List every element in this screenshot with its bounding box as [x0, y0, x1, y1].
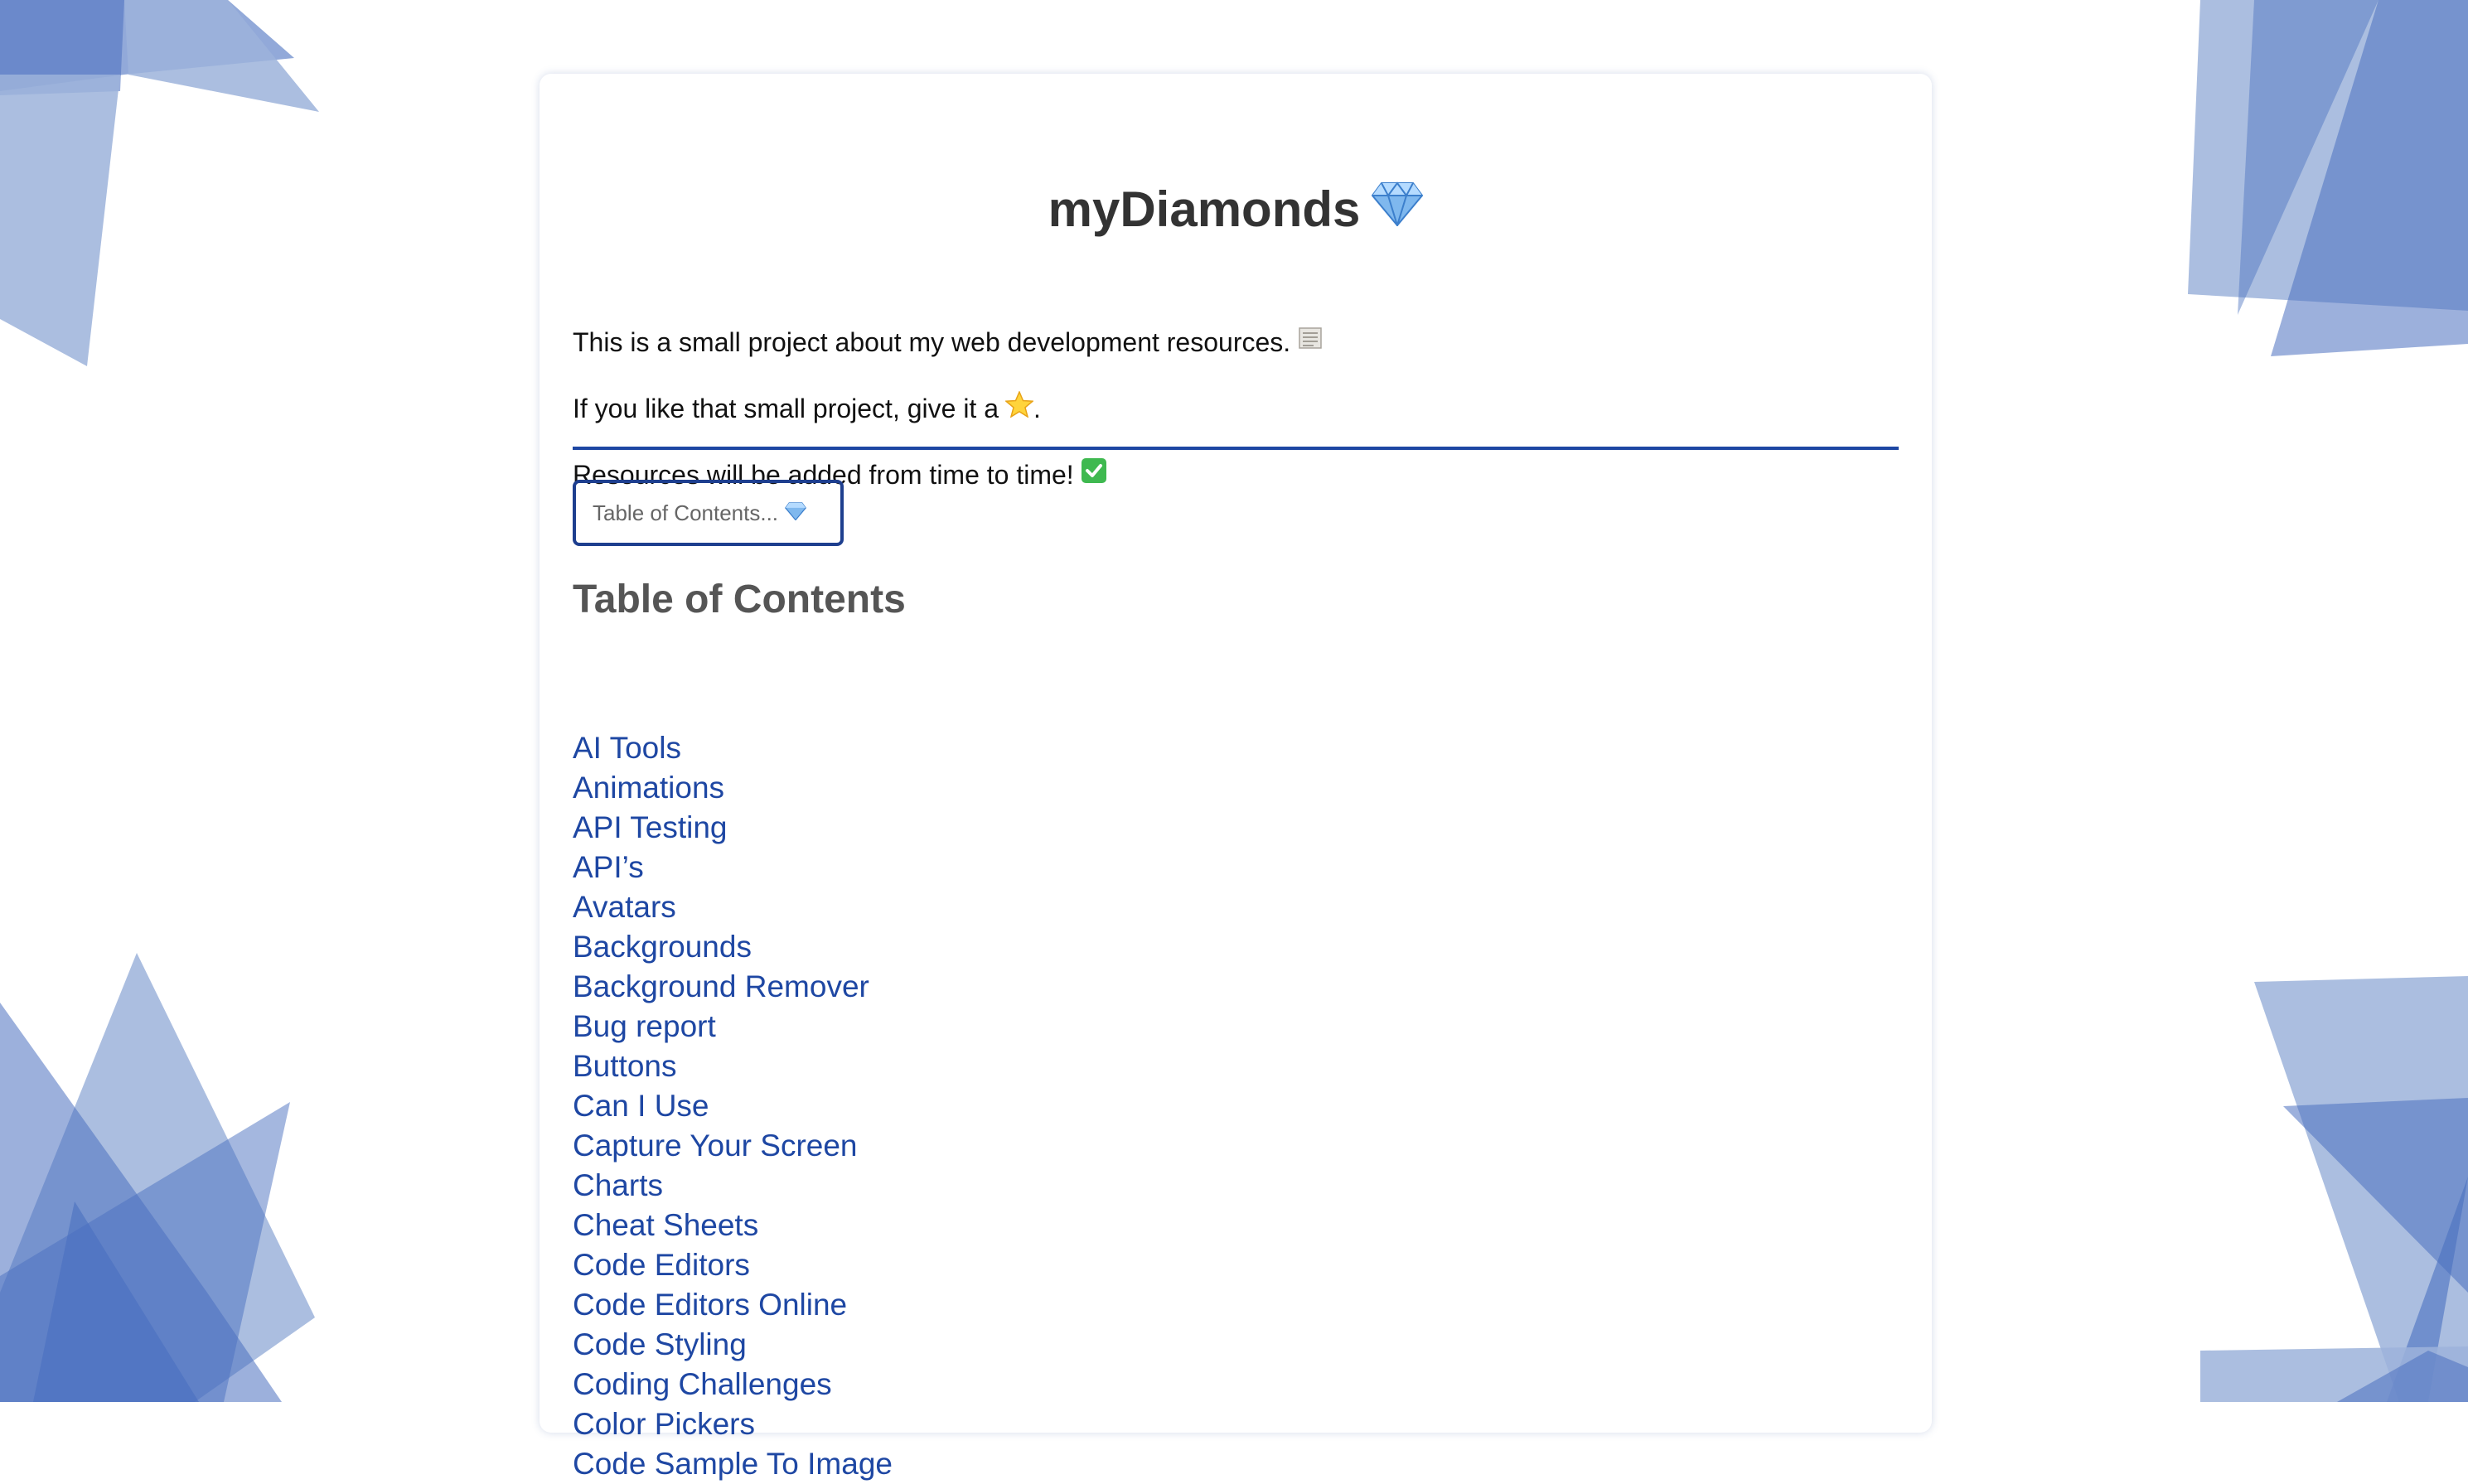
toc-link[interactable]: Cheat Sheets: [573, 1208, 758, 1242]
scroll-icon: [1297, 325, 1324, 359]
list-item: Backgrounds: [573, 927, 893, 967]
list-item: Code Styling: [573, 1325, 893, 1365]
toc-link[interactable]: Charts: [573, 1168, 663, 1202]
list-item: AI Tools: [573, 728, 893, 768]
toc-link[interactable]: Coding Challenges: [573, 1367, 832, 1401]
list-item: Code Sample To Image: [573, 1444, 893, 1484]
toc-link[interactable]: Backgrounds: [573, 930, 752, 964]
toc-link[interactable]: Background Remover: [573, 969, 869, 1003]
toc-link[interactable]: API Testing: [573, 810, 727, 844]
list-item: Color Pickers: [573, 1404, 893, 1444]
decor-top-right: [2188, 0, 2468, 356]
list-item: API Testing: [573, 808, 893, 848]
toc-link[interactable]: Avatars: [573, 890, 676, 924]
toc-link[interactable]: Can I Use: [573, 1089, 709, 1123]
list-item: Coding Challenges: [573, 1365, 893, 1404]
list-item: Code Editors Online: [573, 1285, 893, 1325]
intro-line-2: If you like that small project, give it …: [573, 390, 1041, 425]
list-item: Animations: [573, 768, 893, 808]
decor-bottom-right: [2200, 976, 2468, 1402]
list-item: Code Editors: [573, 1245, 893, 1285]
star-icon: [1004, 390, 1034, 425]
decor-top-left: [0, 0, 319, 366]
page-title-text: myDiamonds: [1048, 181, 1361, 238]
toc-link[interactable]: Code Styling: [573, 1327, 747, 1361]
toc-link[interactable]: API’s: [573, 850, 644, 884]
check-icon: [1081, 457, 1107, 491]
gem-icon: [1372, 180, 1424, 239]
toc-link[interactable]: Bug report: [573, 1009, 716, 1043]
list-item: Bug report: [573, 1007, 893, 1047]
toc-search-input[interactable]: Table of Contents...: [573, 480, 844, 546]
toc-heading: Table of Contents: [573, 578, 906, 621]
list-item: API’s: [573, 848, 893, 887]
list-item: Can I Use: [573, 1086, 893, 1126]
list-item: Buttons: [573, 1047, 893, 1086]
gem-icon: [785, 500, 807, 526]
list-item: Cheat Sheets: [573, 1206, 893, 1245]
page-title: myDiamonds: [540, 180, 1932, 239]
list-item: Capture Your Screen: [573, 1126, 893, 1166]
toc-link[interactable]: AI Tools: [573, 731, 681, 765]
section-divider: [573, 447, 1899, 450]
toc-link[interactable]: Code Sample To Image: [573, 1447, 893, 1481]
toc-link[interactable]: Code Editors: [573, 1248, 750, 1282]
intro-line-1: This is a small project about my web dev…: [573, 326, 1324, 359]
list-item: Background Remover: [573, 967, 893, 1007]
toc-link[interactable]: Animations: [573, 771, 724, 805]
toc-link[interactable]: Color Pickers: [573, 1407, 755, 1441]
list-item: Avatars: [573, 887, 893, 927]
list-item: Charts: [573, 1166, 893, 1206]
content-card: myDiamonds This is a small project about…: [540, 74, 1932, 1481]
toc-search-placeholder: Table of Contents...: [593, 500, 779, 525]
toc-link[interactable]: Buttons: [573, 1049, 676, 1083]
decor-bottom-left: [0, 953, 315, 1402]
toc-link[interactable]: Capture Your Screen: [573, 1129, 858, 1163]
toc-list: AI Tools Animations API Testing API’s Av…: [573, 728, 893, 1484]
toc-link[interactable]: Code Editors Online: [573, 1288, 847, 1322]
